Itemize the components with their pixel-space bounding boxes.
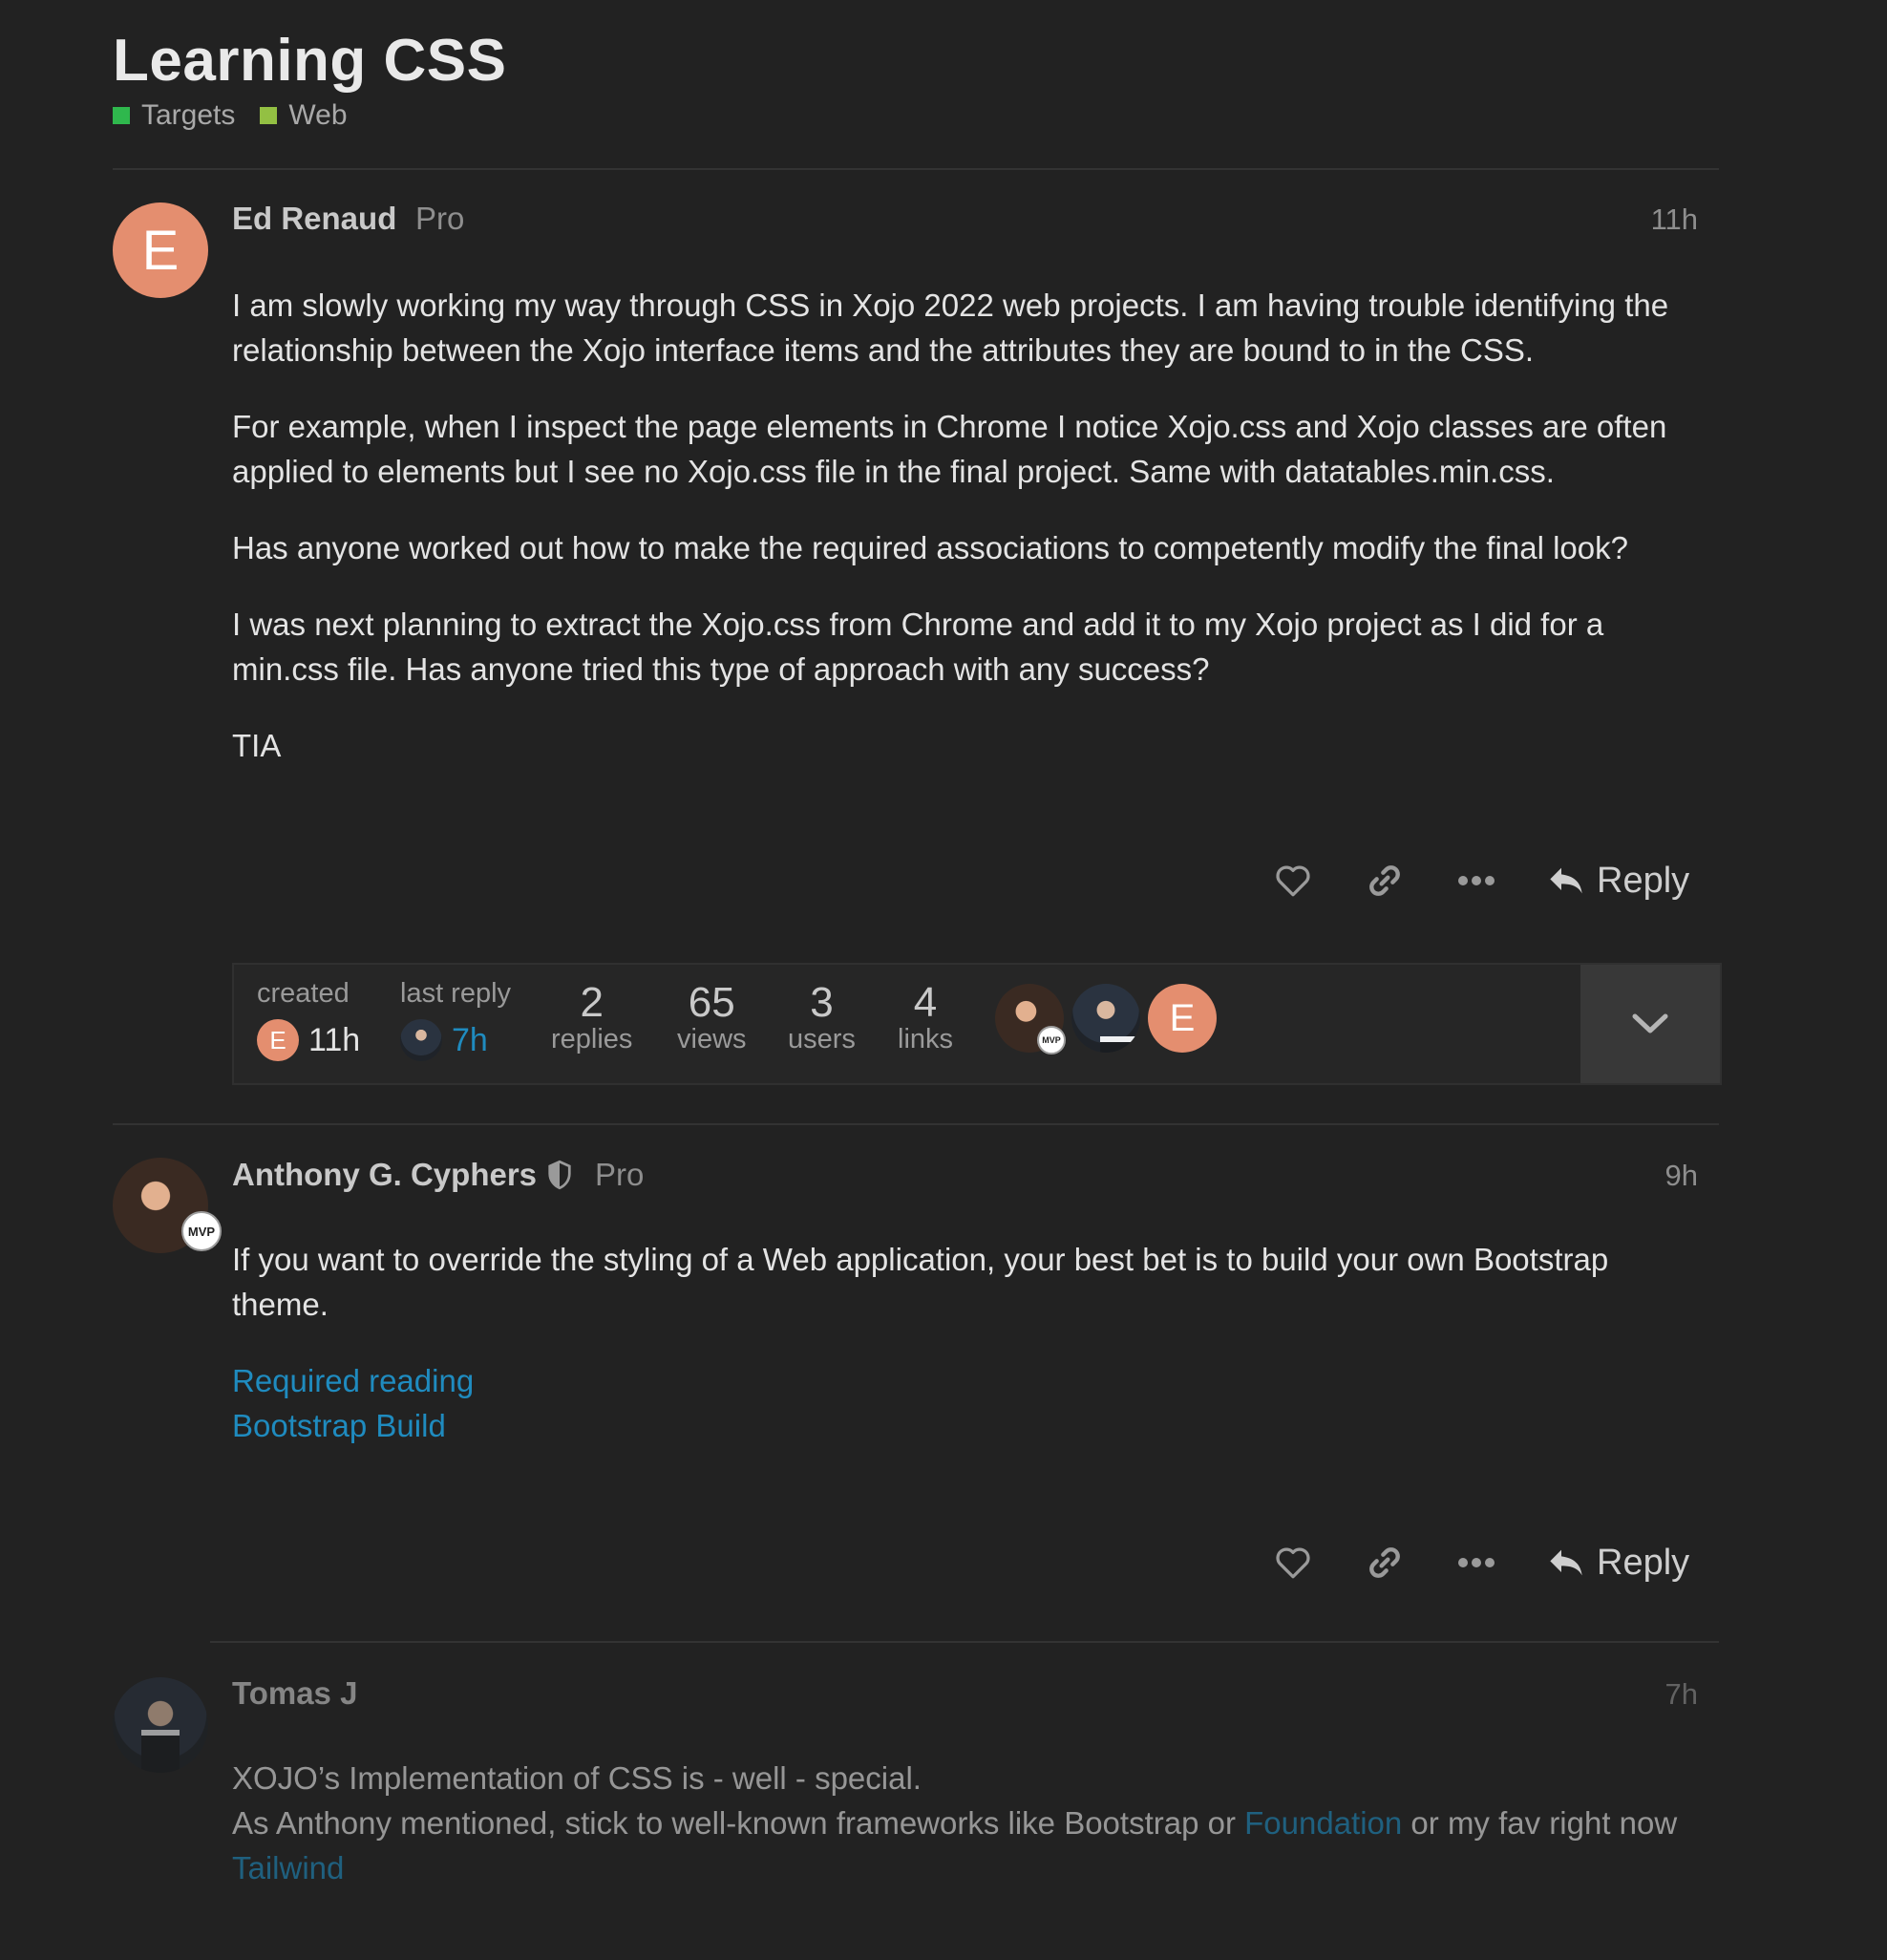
- topic-title[interactable]: Learning CSS: [113, 27, 507, 95]
- category-label: Targets: [141, 99, 236, 131]
- category-label: Web: [288, 99, 348, 131]
- stat-label: views: [677, 1024, 747, 1055]
- link-icon[interactable]: [1364, 860, 1406, 902]
- link-list: Required reading Bootstrap Build: [232, 1358, 1703, 1448]
- stat-users: 3 users: [788, 982, 856, 1055]
- post-paragraph: TIA: [232, 728, 282, 763]
- topic-map-expand-button[interactable]: [1580, 965, 1720, 1083]
- more-icon[interactable]: [1455, 1542, 1497, 1584]
- post-author-name[interactable]: Tomas J: [232, 1675, 357, 1712]
- chevron-down-icon: [1632, 1013, 1668, 1033]
- reply-button[interactable]: Reply: [1547, 861, 1689, 902]
- avatar: [400, 1019, 442, 1061]
- category-targets[interactable]: Targets: [113, 99, 235, 132]
- post-author-name[interactable]: Ed Renaud: [232, 201, 396, 237]
- stat-number: 3: [810, 979, 834, 1026]
- post-content: I am slowly working my way through CSS i…: [232, 283, 1703, 799]
- post-actions: Reply: [1272, 1542, 1689, 1584]
- tailwind-link[interactable]: Tailwind: [232, 1850, 344, 1885]
- post-content: XOJO’s Implementation of CSS is - well -…: [232, 1756, 1703, 1890]
- stat-label: replies: [551, 1024, 633, 1055]
- stat-number: 4: [913, 979, 938, 1026]
- post-paragraph: If you want to override the styling of a…: [232, 1242, 1609, 1322]
- participant-avatar[interactable]: [1071, 984, 1140, 1053]
- post-paragraph: I was next planning to extract the Xojo.…: [232, 607, 1604, 687]
- divider: [210, 1641, 1719, 1643]
- reply-icon: [1550, 867, 1582, 894]
- category-list: Targets Web: [113, 99, 348, 132]
- topic-last-reply[interactable]: last reply 7h: [400, 978, 511, 1061]
- stat-label: links: [898, 1024, 954, 1055]
- shield-icon: [546, 1160, 573, 1195]
- reply-label: Reply: [1597, 860, 1690, 901]
- like-icon[interactable]: [1272, 860, 1314, 902]
- post-author-name[interactable]: Anthony G. Cyphers: [232, 1157, 537, 1193]
- participant-avatar[interactable]: E: [1148, 984, 1217, 1053]
- category-web[interactable]: Web: [260, 99, 348, 132]
- reply-icon: [1550, 1549, 1582, 1576]
- created-age: 11h: [308, 1021, 361, 1058]
- topic-map: created E 11h last reply 7h 2 replies 65…: [232, 963, 1722, 1085]
- post-paragraph: Has anyone worked out how to make the re…: [232, 530, 1628, 565]
- divider: [113, 168, 1719, 170]
- divider: [113, 1123, 1719, 1125]
- reply-button[interactable]: Reply: [1547, 1543, 1689, 1584]
- created-label: created: [257, 978, 350, 1009]
- required-reading-link[interactable]: Required reading: [232, 1363, 474, 1398]
- post-date[interactable]: 7h: [1583, 1677, 1698, 1712]
- like-icon[interactable]: [1272, 1542, 1314, 1584]
- avatar[interactable]: E: [113, 202, 208, 298]
- mvp-badge: MVP: [181, 1211, 222, 1251]
- last-reply-age: 7h: [452, 1021, 488, 1058]
- stat-replies: 2 replies: [551, 982, 632, 1055]
- post-actions: Reply: [1272, 860, 1689, 902]
- user-title: Pro: [415, 201, 465, 236]
- topic-created[interactable]: created E 11h: [257, 978, 360, 1061]
- post-line: XOJO’s Implementation of CSS is - well -…: [232, 1760, 922, 1796]
- mvp-badge: MVP: [1037, 1026, 1066, 1055]
- post-paragraph: For example, when I inspect the page ele…: [232, 409, 1667, 489]
- more-icon[interactable]: [1455, 860, 1497, 902]
- topic-page: Learning CSS Targets Web E Ed Renaud Pro…: [0, 0, 1887, 1960]
- link-icon[interactable]: [1364, 1542, 1406, 1584]
- bootstrap-build-link[interactable]: Bootstrap Build: [232, 1408, 446, 1443]
- avatar[interactable]: [113, 1677, 208, 1773]
- avatar-letter: E: [141, 219, 180, 282]
- avatar: E: [257, 1019, 299, 1061]
- stat-links: 4 links: [898, 982, 953, 1055]
- post-line: As Anthony mentioned, stick to well-know…: [232, 1805, 1678, 1841]
- category-color-swatch: [113, 107, 130, 124]
- stat-number: 2: [580, 979, 604, 1026]
- stat-number: 65: [688, 979, 735, 1026]
- post-date[interactable]: 11h: [1583, 202, 1698, 237]
- last-reply-label: last reply: [400, 978, 512, 1009]
- user-title: Pro: [595, 1157, 645, 1192]
- foundation-link[interactable]: Foundation: [1244, 1805, 1402, 1841]
- post-date[interactable]: 9h: [1583, 1159, 1698, 1193]
- post-content: If you want to override the styling of a…: [232, 1237, 1703, 1448]
- stat-views: 65 views: [677, 982, 747, 1055]
- stat-label: users: [788, 1024, 856, 1055]
- post-paragraph: I am slowly working my way through CSS i…: [232, 288, 1669, 368]
- reply-label: Reply: [1597, 1542, 1690, 1583]
- category-color-swatch: [260, 107, 278, 124]
